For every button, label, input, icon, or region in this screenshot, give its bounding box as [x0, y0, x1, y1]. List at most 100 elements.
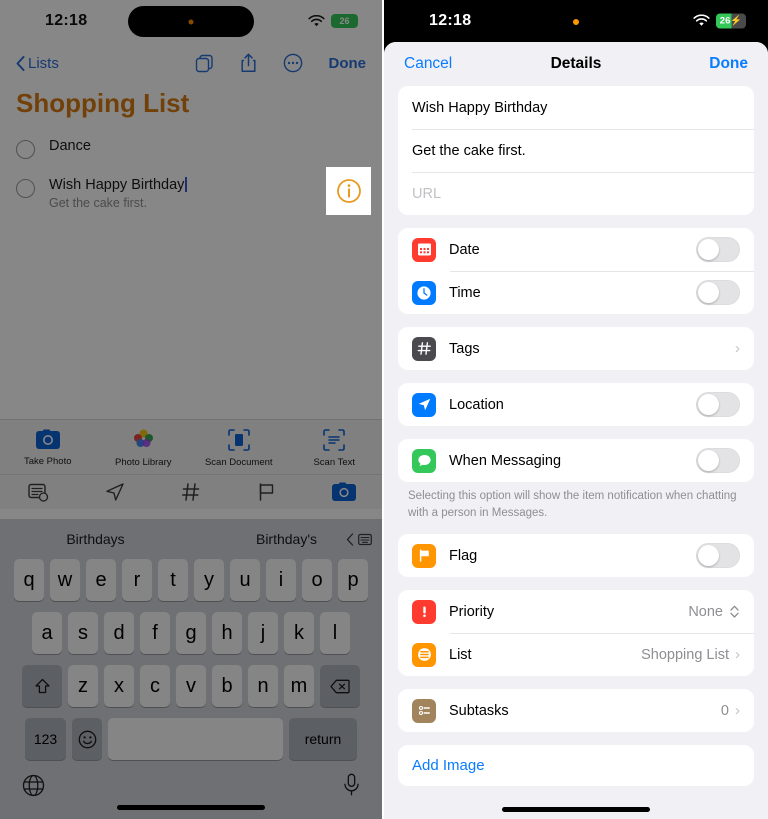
key-v[interactable]: v	[176, 665, 206, 707]
key-c[interactable]: c	[140, 665, 170, 707]
chevron-right-icon: ›	[735, 340, 740, 357]
quick-action-details[interactable]	[0, 482, 76, 502]
date-toggle[interactable]	[696, 237, 740, 262]
flag-label: Flag	[449, 547, 478, 564]
time-toggle[interactable]	[696, 280, 740, 305]
notes-field-row[interactable]: Get the cake first.	[398, 129, 754, 172]
key-d[interactable]: d	[104, 612, 134, 654]
key-z[interactable]: z	[68, 665, 98, 707]
date-row[interactable]: Date	[398, 228, 754, 271]
prediction-1[interactable]: Birthdays	[0, 531, 191, 547]
status-right-cluster: 26	[308, 14, 358, 28]
ellipsis-circle-icon[interactable]	[283, 53, 303, 73]
shift-key[interactable]	[22, 665, 62, 707]
key-b[interactable]: b	[212, 665, 242, 707]
key-s[interactable]: s	[68, 612, 98, 654]
globe-icon[interactable]	[22, 774, 45, 797]
attachment-take-photo[interactable]: Take Photo	[0, 429, 96, 468]
key-y[interactable]: y	[194, 559, 224, 601]
key-w[interactable]: w	[50, 559, 80, 601]
flag-toggle[interactable]	[696, 543, 740, 569]
keyboard-icon	[358, 533, 372, 545]
add-image-group: Add Image	[398, 745, 754, 787]
key-x[interactable]: x	[104, 665, 134, 707]
key-f[interactable]: f	[140, 612, 170, 654]
add-image-button[interactable]: Add Image	[398, 745, 754, 786]
chevron-left-icon	[16, 55, 25, 71]
cancel-button[interactable]: Cancel	[404, 55, 452, 73]
key-p[interactable]: p	[338, 559, 368, 601]
checkbox-circle-icon[interactable]	[16, 140, 35, 159]
text-fields-group: Wish Happy Birthday Get the cake first. …	[398, 86, 754, 215]
key-n[interactable]: n	[248, 665, 278, 707]
attachment-scan-document[interactable]: Scan Document	[191, 429, 287, 468]
priority-value-text: None	[688, 603, 723, 620]
share-icon[interactable]	[240, 53, 257, 73]
duplicate-icon[interactable]	[195, 54, 214, 73]
tags-row[interactable]: Tags ›	[398, 327, 754, 370]
microphone-icon[interactable]	[343, 773, 360, 797]
key-l[interactable]: l	[320, 612, 350, 654]
key-t[interactable]: t	[158, 559, 188, 601]
title-field-row[interactable]: Wish Happy Birthday	[398, 86, 754, 129]
key-e[interactable]: e	[86, 559, 116, 601]
location-group: Location	[398, 383, 754, 426]
checkbox-circle-icon[interactable]	[16, 179, 35, 198]
message-bubble-icon	[412, 448, 436, 473]
details-sheet: Cancel Details Done Wish Happy Birthday …	[384, 42, 768, 819]
chevron-up-down-icon	[730, 605, 739, 618]
return-key[interactable]: return	[289, 718, 357, 760]
numeric-key[interactable]: 123	[25, 718, 66, 760]
key-k[interactable]: k	[284, 612, 314, 654]
quick-action-camera[interactable]	[306, 482, 382, 502]
location-toggle[interactable]	[696, 392, 740, 417]
quick-action-flag[interactable]	[229, 482, 305, 502]
key-q[interactable]: q	[14, 559, 44, 601]
list-row[interactable]: List Shopping List ›	[398, 633, 754, 676]
key-g[interactable]: g	[176, 612, 206, 654]
quick-action-location[interactable]	[76, 482, 152, 502]
list-item[interactable]: Dance	[0, 129, 382, 168]
clock-icon	[412, 280, 436, 305]
when-messaging-row[interactable]: When Messaging	[398, 439, 754, 482]
url-field-row[interactable]: URL	[398, 172, 754, 215]
flag-row[interactable]: Flag	[398, 534, 754, 577]
time-row[interactable]: Time	[398, 271, 754, 314]
keyboard-collapse-control[interactable]	[346, 532, 372, 546]
attachment-scan-text[interactable]: Scan Text	[287, 429, 383, 468]
subtasks-value[interactable]: 0 ›	[721, 702, 740, 719]
list-item[interactable]: Wish Happy Birthday Get the cake first.	[0, 168, 382, 219]
notes-field-value: Get the cake first.	[412, 142, 526, 159]
done-button[interactable]: Done	[329, 55, 367, 72]
key-a[interactable]: a	[32, 612, 62, 654]
back-to-lists-button[interactable]: Lists	[16, 55, 59, 72]
key-o[interactable]: o	[302, 559, 332, 601]
location-label: Location	[449, 396, 504, 413]
sheet-navigation-bar: Cancel Details Done	[384, 42, 768, 86]
priority-row[interactable]: Priority None	[398, 590, 754, 633]
subtasks-label: Subtasks	[449, 702, 509, 719]
status-time: 12:18	[429, 12, 472, 29]
space-key[interactable]	[108, 718, 283, 760]
done-button[interactable]: Done	[709, 55, 748, 73]
quick-action-tag[interactable]	[153, 482, 229, 502]
list-value[interactable]: Shopping List ›	[641, 646, 740, 663]
key-i[interactable]: i	[266, 559, 296, 601]
key-u[interactable]: u	[230, 559, 260, 601]
attachment-label: Photo Library	[114, 457, 172, 468]
attachment-photo-library[interactable]: Photo Library	[96, 429, 192, 468]
key-m[interactable]: m	[284, 665, 314, 707]
location-row[interactable]: Location	[398, 383, 754, 426]
info-button-highlight[interactable]	[326, 167, 371, 215]
key-r[interactable]: r	[122, 559, 152, 601]
battery-percent: 26	[719, 15, 731, 27]
back-label: Lists	[28, 54, 59, 72]
emoji-key[interactable]	[72, 718, 102, 760]
when-messaging-toggle[interactable]	[696, 448, 740, 473]
location-arrow-icon	[105, 483, 124, 501]
subtasks-row[interactable]: Subtasks 0 ›	[398, 689, 754, 732]
priority-value[interactable]: None	[688, 604, 740, 620]
key-h[interactable]: h	[212, 612, 242, 654]
key-j[interactable]: j	[248, 612, 278, 654]
backspace-key[interactable]	[320, 665, 360, 707]
